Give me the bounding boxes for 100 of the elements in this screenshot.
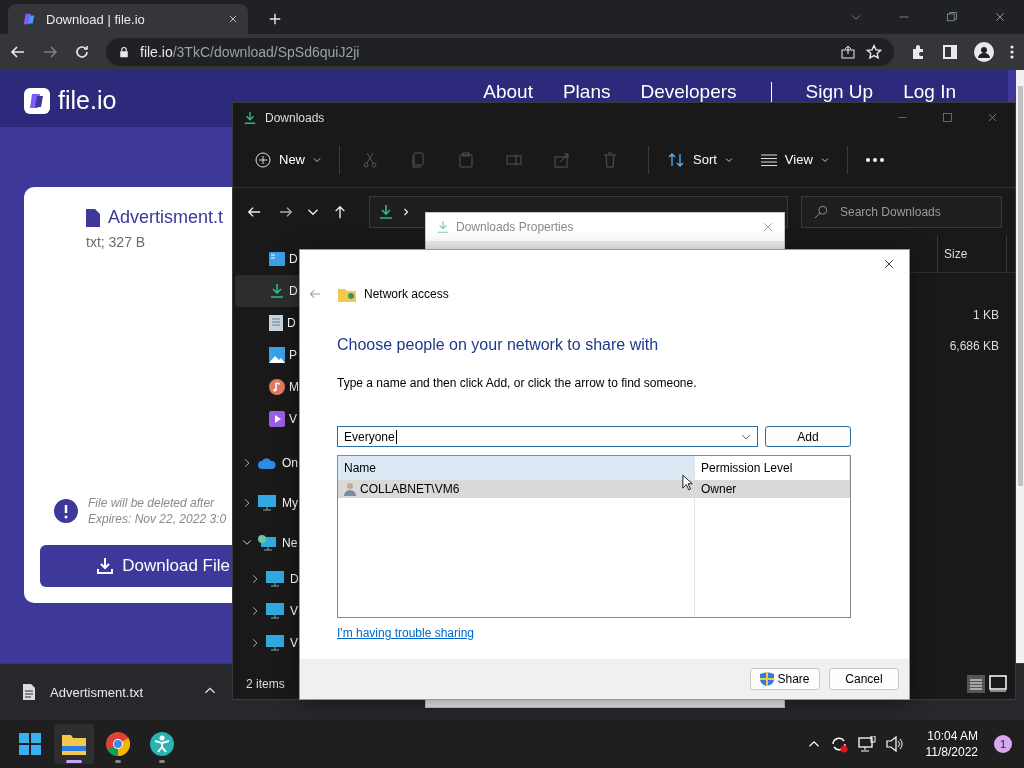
instruction-text: Type a name and then click Add, or click the arrow to find someone.: [337, 376, 698, 390]
tree-item[interactable]: V: [233, 627, 300, 659]
start-icon[interactable]: [19, 733, 41, 755]
more-icon[interactable]: [865, 157, 884, 162]
tree-item[interactable]: Ne: [233, 523, 300, 563]
window-title: Downloads: [265, 110, 325, 125]
chevron-right-icon[interactable]: [242, 458, 252, 468]
nav-item[interactable]: V: [235, 403, 300, 435]
new-button[interactable]: New: [251, 145, 325, 174]
nav-item[interactable]: D: [235, 307, 300, 339]
sort-button[interactable]: Sort: [663, 145, 737, 174]
document-icon: [269, 315, 283, 331]
profile-icon[interactable]: [974, 42, 994, 62]
volume-icon[interactable]: [885, 736, 904, 752]
browser-tab[interactable]: Download | file.io: [8, 4, 248, 34]
preview-view-icon[interactable]: [989, 675, 1007, 693]
chevron-right-icon[interactable]: [250, 574, 260, 584]
search-icon: [814, 205, 828, 219]
logo-icon: [24, 87, 50, 114]
restore-icon[interactable]: [946, 11, 958, 23]
caret-icon: [313, 155, 321, 164]
column-header[interactable]: Size: [937, 236, 1007, 272]
chevron-right-icon[interactable]: [242, 498, 252, 508]
column-header[interactable]: Name: [338, 456, 695, 480]
list-view-icon: [760, 153, 777, 166]
cancel-button[interactable]: Cancel: [829, 668, 899, 690]
tree-item[interactable]: D: [233, 563, 300, 595]
video-icon: [269, 411, 285, 427]
star-icon[interactable]: [866, 44, 882, 60]
download-item[interactable]: Advertisment.txt: [0, 664, 230, 720]
music-icon: [269, 379, 285, 395]
download-icon: [378, 204, 394, 220]
download-icon: [436, 220, 450, 234]
chevron-right-icon[interactable]: [250, 606, 260, 616]
size-cell-text: 1 KB: [973, 307, 999, 324]
new-tab-icon[interactable]: [268, 12, 282, 26]
sync-icon[interactable]: [829, 735, 848, 753]
menu-icon[interactable]: [1010, 44, 1014, 60]
file-icon: [86, 208, 100, 227]
chrome-icon[interactable]: [106, 732, 130, 756]
close-icon[interactable]: [883, 258, 895, 270]
address-bar[interactable]: file.io/3TkC/download/SpSd6quiJ2ji: [106, 38, 894, 66]
download-icon: [269, 283, 285, 299]
nav-item[interactable]: D: [235, 243, 300, 275]
reload-icon[interactable]: [74, 44, 90, 60]
favicon-icon: [22, 12, 36, 26]
nav-link[interactable]: Developers: [640, 82, 737, 102]
nav-item[interactable]: P: [235, 339, 300, 371]
back-icon[interactable]: [10, 44, 26, 60]
chevron-right-icon[interactable]: [250, 638, 260, 648]
download-icon: [243, 110, 257, 125]
picture-icon: [269, 347, 285, 363]
shared-folder-icon: [338, 286, 356, 302]
tree-item[interactable]: My: [233, 483, 300, 523]
nav-link[interactable]: Log In: [903, 82, 956, 102]
accessibility-icon[interactable]: [150, 732, 174, 756]
forward-icon[interactable]: [42, 44, 58, 60]
notice-text: Expires: Nov 22, 2022 3:0: [88, 511, 227, 527]
tree-item[interactable]: On: [233, 443, 300, 483]
desktop-icon: [269, 252, 285, 266]
view-button[interactable]: View: [756, 146, 833, 173]
tree-item[interactable]: V: [233, 595, 300, 627]
shield-icon: [760, 672, 775, 686]
close-icon[interactable]: [994, 11, 1006, 23]
nav-item[interactable]: D: [235, 275, 300, 307]
share-button[interactable]: Share: [750, 668, 820, 690]
add-button[interactable]: Add: [765, 426, 851, 447]
notice-text: File will be deleted after: [88, 495, 216, 511]
cloud-icon: [258, 457, 276, 469]
forward-icon[interactable]: [279, 205, 293, 219]
name-combo-box[interactable]: Everyone: [337, 426, 758, 447]
network-icon[interactable]: [857, 736, 876, 752]
mouse-pointer-icon: [682, 473, 694, 492]
dialog-header: Network access: [364, 287, 449, 301]
search-field[interactable]: Search Downloads: [801, 196, 1002, 228]
notification-badge[interactable]: 1: [994, 735, 1012, 753]
chevron-down-icon[interactable]: [242, 538, 252, 548]
user-icon: [344, 482, 356, 496]
clock[interactable]: 10:04 AM 11/8/2022: [925, 729, 978, 759]
list-row[interactable]: COLLABNET\VM6: [338, 480, 695, 498]
share-icon[interactable]: [840, 44, 856, 60]
up-icon[interactable]: [333, 205, 347, 219]
download-button[interactable]: Download File: [40, 545, 232, 587]
folder-icon[interactable]: [62, 733, 86, 755]
nav-item[interactable]: M: [235, 371, 300, 403]
extensions-icon[interactable]: [910, 44, 926, 60]
file-name: Advertisment.t: [108, 207, 224, 228]
maximize-icon[interactable]: [942, 112, 953, 123]
monitor-icon: [266, 571, 284, 587]
size-cell-text: 6,686 KB: [949, 338, 999, 355]
nav-link[interactable]: Sign Up: [805, 82, 874, 102]
file-icon: [22, 684, 36, 700]
dialog-heading: Choose people on your network to share with: [337, 336, 660, 354]
sidebar-icon[interactable]: [942, 44, 958, 60]
caret-icon: [724, 155, 733, 164]
nav-link[interactable]: About: [483, 82, 533, 102]
sort-icon: [667, 151, 685, 168]
monitor-icon: [266, 635, 284, 651]
help-link[interactable]: I'm having trouble sharing: [337, 626, 475, 640]
nav-link[interactable]: Plans: [562, 82, 611, 102]
